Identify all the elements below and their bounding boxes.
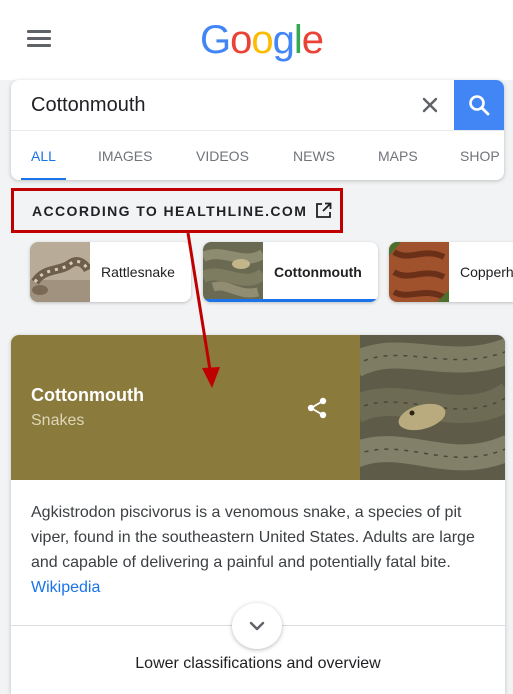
tab-shop[interactable]: SHOP <box>460 131 500 180</box>
tab-videos[interactable]: VIDEOS <box>196 131 249 180</box>
entity-subtitle: Snakes <box>31 412 85 429</box>
cottonmouth-thumbnail <box>203 242 263 302</box>
search-row <box>11 80 504 130</box>
entity-title: Cottonmouth <box>31 385 144 405</box>
chip-cottonmouth[interactable]: Cottonmouth <box>203 242 378 302</box>
open-in-new-icon <box>315 202 332 219</box>
chip-copperhead[interactable]: Copperhead <box>389 242 513 302</box>
knowledge-panel: Cottonmouth Snakes Agkistrodon piscivoru… <box>11 335 505 694</box>
search-card: ALL IMAGES VIDEOS NEWS MAPS SHOP <box>11 80 504 180</box>
tab-images[interactable]: IMAGES <box>98 131 152 180</box>
lower-classifications-link[interactable]: Lower classifications and overview <box>11 655 505 673</box>
tab-news[interactable]: NEWS <box>293 131 335 180</box>
chip-rattlesnake[interactable]: Rattlesnake <box>30 242 191 302</box>
hamburger-menu-icon[interactable] <box>27 30 51 48</box>
wikipedia-link[interactable]: Wikipedia <box>31 579 100 596</box>
search-button[interactable] <box>454 80 504 130</box>
description-text: Agkistrodon piscivorus is a venomous sna… <box>31 504 475 571</box>
search-icon <box>469 95 490 116</box>
google-logo[interactable]: Google <box>200 18 324 63</box>
source-attribution-link[interactable]: ACCORDING TO HEALTHLINE.COM <box>11 188 343 233</box>
logo-letter: g <box>272 18 295 62</box>
top-bar: Google <box>0 0 513 80</box>
share-icon[interactable] <box>304 395 330 421</box>
logo-letter: G <box>200 18 231 62</box>
search-tabs: ALL IMAGES VIDEOS NEWS MAPS SHOP <box>11 130 504 180</box>
tab-maps[interactable]: MAPS <box>378 131 418 180</box>
logo-letter: o <box>251 18 273 62</box>
tab-all[interactable]: ALL <box>21 131 66 180</box>
search-input[interactable] <box>11 80 411 130</box>
chevron-down-icon <box>249 621 265 631</box>
chip-label: Copperhead <box>460 264 513 280</box>
close-icon[interactable] <box>413 88 447 122</box>
logo-letter: l <box>293 18 303 62</box>
chip-label: Cottonmouth <box>274 264 362 280</box>
knowledge-panel-header: Cottonmouth Snakes <box>11 335 360 480</box>
chip-label: Rattlesnake <box>101 264 175 280</box>
source-attribution-label: ACCORDING TO HEALTHLINE.COM <box>32 202 308 219</box>
rattlesnake-thumbnail <box>30 242 90 302</box>
logo-letter: e <box>301 18 324 62</box>
copperhead-thumbnail <box>389 242 449 302</box>
expand-button[interactable] <box>232 603 282 649</box>
cottonmouth-hero-image[interactable] <box>360 335 505 480</box>
entity-description: Agkistrodon piscivorus is a venomous sna… <box>31 500 491 600</box>
logo-letter: o <box>230 18 252 62</box>
